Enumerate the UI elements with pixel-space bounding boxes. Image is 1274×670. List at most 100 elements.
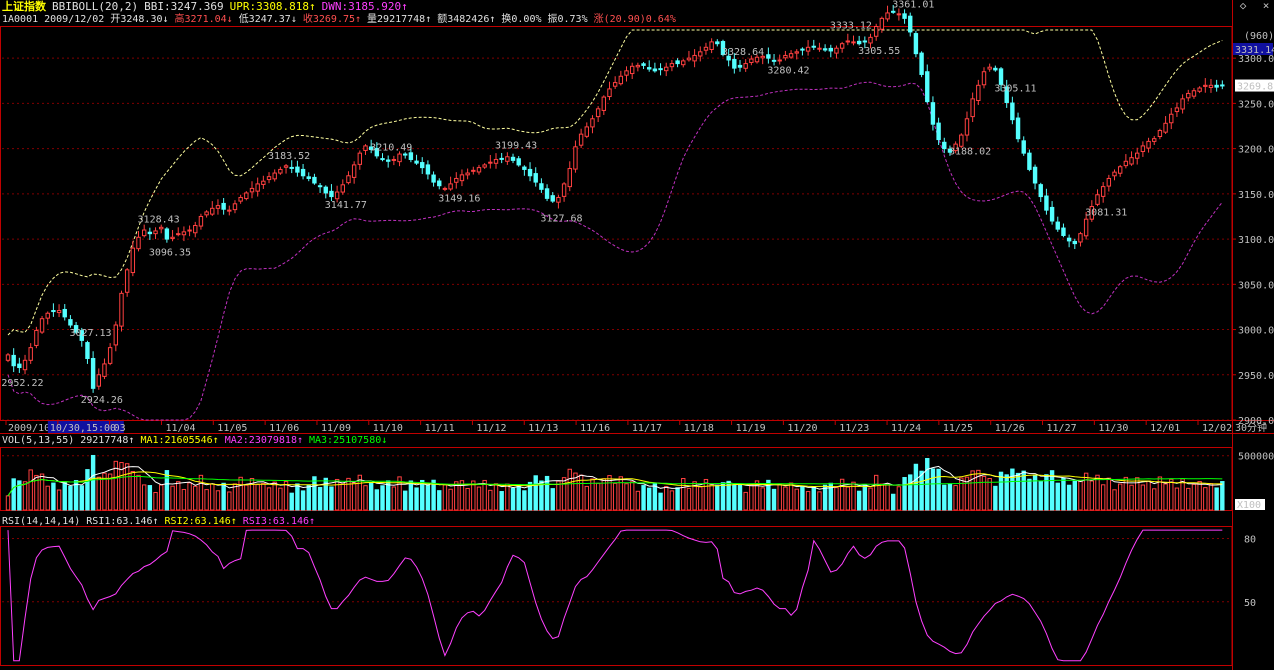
volume-bar bbox=[800, 485, 805, 511]
candle-body bbox=[227, 209, 232, 212]
volume-bar bbox=[788, 482, 794, 511]
volume-bar bbox=[334, 478, 340, 511]
volume-bar bbox=[749, 484, 754, 511]
volume-ma3: MA3:25107580↓ bbox=[309, 435, 388, 446]
volume-bar bbox=[1078, 479, 1083, 511]
candle-body bbox=[675, 60, 680, 65]
volume-axis: 500000 X100 bbox=[1235, 452, 1274, 511]
date-label: 11/10 bbox=[373, 423, 403, 434]
volume-bar bbox=[227, 491, 232, 511]
candle-body bbox=[981, 71, 987, 86]
price-axis-label: 3100.00 bbox=[1238, 235, 1274, 246]
candle-body bbox=[1027, 152, 1032, 170]
candle-body bbox=[329, 190, 334, 198]
candle-body bbox=[499, 157, 504, 160]
volume-bar bbox=[488, 489, 493, 511]
candle-body bbox=[539, 183, 544, 190]
candle-body bbox=[1015, 117, 1021, 140]
date-label: 11/30 bbox=[1098, 423, 1128, 434]
volume-bar bbox=[811, 486, 816, 511]
candle-body bbox=[607, 88, 612, 98]
candle-body bbox=[567, 168, 572, 188]
candle-body bbox=[113, 324, 119, 346]
high-annotation: 3128.43 bbox=[138, 214, 180, 225]
volume-bar bbox=[1169, 478, 1174, 511]
candle-body bbox=[828, 47, 833, 52]
current-price-label: 3269.8 bbox=[1237, 82, 1273, 93]
candle-body bbox=[1123, 160, 1129, 167]
candle-body bbox=[482, 164, 487, 168]
candle-body bbox=[181, 231, 187, 236]
rsi-axis-label: 80 bbox=[1244, 535, 1256, 546]
candle-body bbox=[5, 354, 11, 361]
volume-bar bbox=[141, 484, 147, 511]
candle-body bbox=[510, 156, 516, 161]
candle-body bbox=[380, 158, 385, 161]
candle-body bbox=[652, 68, 658, 72]
candle-body bbox=[357, 152, 363, 165]
volume-bar bbox=[698, 486, 703, 511]
volume-bar bbox=[215, 490, 221, 511]
candle-body bbox=[85, 342, 90, 359]
candle-body bbox=[51, 310, 56, 313]
volume-bar bbox=[62, 481, 67, 511]
period-label: 30分钟 bbox=[1235, 421, 1267, 434]
candle-body bbox=[936, 122, 941, 141]
candle-body bbox=[737, 64, 743, 68]
candle-body bbox=[295, 166, 300, 173]
volume-bar bbox=[232, 483, 238, 511]
volume-bar bbox=[238, 476, 243, 511]
candle-body bbox=[942, 141, 947, 150]
volume-bar bbox=[465, 487, 470, 511]
volume-bar bbox=[1044, 474, 1049, 511]
candle-body bbox=[902, 13, 907, 19]
chart-canvas[interactable]: 3027.13 2952.22 2924.26 3128.43 3096.35 3183.… bbox=[0, 0, 1274, 670]
candle-body bbox=[124, 269, 130, 293]
date-label: 11/24 bbox=[891, 423, 921, 434]
candle-body bbox=[1186, 92, 1191, 99]
volume-bar bbox=[584, 485, 589, 511]
candle-body bbox=[732, 58, 737, 69]
volume-bar bbox=[737, 484, 743, 511]
candle-body bbox=[403, 153, 408, 156]
volume-bar bbox=[1066, 484, 1072, 511]
candle-body bbox=[176, 233, 181, 236]
high-annotation: 3210.49 bbox=[370, 143, 412, 154]
volume-bar bbox=[153, 492, 158, 511]
date-label: 11/17 bbox=[632, 423, 662, 434]
volume-bar bbox=[947, 483, 953, 511]
candle-body bbox=[550, 195, 555, 202]
candle-body bbox=[516, 158, 521, 166]
high-annotation: 3361.01 bbox=[892, 0, 934, 11]
volume-bar bbox=[1112, 489, 1117, 511]
low-annotation: 3141.77 bbox=[325, 200, 367, 211]
candle-body bbox=[1129, 157, 1134, 165]
candle-body bbox=[1157, 130, 1163, 138]
volume-indicator-name[interactable]: VOL(5,13,55) bbox=[2, 435, 74, 446]
candle-body bbox=[862, 40, 868, 43]
volume-bar bbox=[28, 469, 33, 511]
candle-body bbox=[249, 187, 255, 193]
candlestick-series[interactable] bbox=[5, 4, 1225, 393]
candle-body bbox=[431, 174, 436, 183]
volume-bar bbox=[629, 481, 635, 511]
volume-bar bbox=[641, 485, 646, 511]
date-label: 12/01 bbox=[1150, 423, 1180, 434]
candle-body bbox=[976, 84, 981, 102]
candle-body bbox=[595, 108, 601, 118]
candle-body bbox=[811, 45, 816, 48]
candle-body bbox=[1083, 218, 1089, 237]
volume-bar bbox=[1055, 482, 1060, 511]
volume-bar bbox=[771, 488, 777, 511]
volume-bar bbox=[550, 488, 555, 511]
low-annotation: 3188.02 bbox=[949, 146, 991, 157]
candle-body bbox=[1061, 227, 1066, 236]
candle-body bbox=[56, 310, 62, 314]
candle-body bbox=[204, 211, 209, 216]
candle-body bbox=[141, 229, 147, 237]
low-annotation: 3149.16 bbox=[438, 194, 480, 205]
candle-body bbox=[130, 247, 136, 274]
candle-body bbox=[340, 184, 345, 193]
rsi-indicator-name[interactable]: RSI(14,14,14) bbox=[2, 516, 80, 527]
low-annotation: 2952.22 bbox=[1, 378, 43, 389]
